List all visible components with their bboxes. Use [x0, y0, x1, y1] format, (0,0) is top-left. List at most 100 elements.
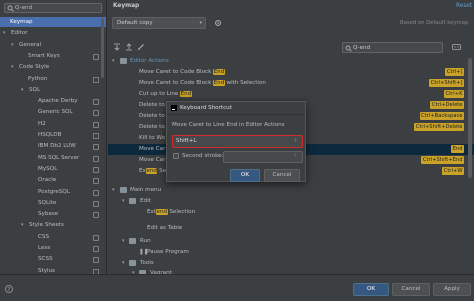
- sidebar-item[interactable]: Keymap: [0, 17, 106, 27]
- sidebar-item-label: MS SQL Server: [38, 154, 80, 161]
- sidebar-item-label: MySQL: [38, 165, 58, 172]
- chevron-down-icon[interactable]: ▾: [3, 28, 9, 38]
- sidebar-item[interactable]: H2: [0, 119, 106, 129]
- action-row[interactable]: Move Caret to Code Block End with Select…: [108, 78, 474, 89]
- chevron-down-icon[interactable]: ▾: [11, 62, 17, 72]
- sidebar-item-label: Sybase: [38, 211, 59, 218]
- sidebar-item-label: PostgreSQL: [38, 188, 70, 195]
- project-config-icon: [93, 234, 99, 241]
- sidebar-item[interactable]: ▾ Style Sheets: [0, 220, 106, 230]
- sidebar-item[interactable]: MySQL: [0, 164, 106, 174]
- reset-link[interactable]: Reset: [456, 3, 472, 9]
- chevron-down-icon[interactable]: ▾: [21, 220, 27, 230]
- sidebar-item-label: HSQLDB: [38, 132, 62, 138]
- add-icon[interactable]: +: [293, 137, 298, 144]
- settings-search-input[interactable]: Q-end: [4, 3, 102, 13]
- sidebar-item[interactable]: ▾ Editor: [0, 28, 106, 38]
- sidebar-item-label: CSS: [38, 233, 50, 240]
- first-stroke-value: Shift+L: [176, 137, 197, 144]
- project-config-icon: [93, 110, 99, 117]
- find-by-shortcut-icon[interactable]: [452, 43, 461, 51]
- second-stroke-input[interactable]: +: [223, 151, 303, 163]
- sidebar-item[interactable]: HSQLDB: [0, 130, 106, 140]
- sidebar-item-label: Editor: [11, 30, 28, 37]
- sidebar-item[interactable]: SCSS: [0, 254, 106, 264]
- sidebar-item[interactable]: Apache Derby: [0, 96, 106, 106]
- project-config-icon: [93, 53, 99, 60]
- expand-all-icon[interactable]: [113, 43, 121, 51]
- collapse-all-icon[interactable]: [125, 43, 133, 51]
- sidebar-item[interactable]: Sybase: [0, 209, 106, 219]
- action-filter-input[interactable]: Q-end: [342, 42, 443, 53]
- chevron-down-icon: ▾: [122, 198, 125, 204]
- sidebar-item-label: Generic SQL: [38, 109, 73, 116]
- edit-shortcut-icon[interactable]: [137, 43, 145, 51]
- chevron-down-icon: ▾: [112, 187, 115, 193]
- sidebar-item-label: H2: [38, 120, 46, 127]
- sidebar-item-label: Keymap: [10, 19, 33, 25]
- dialog-ok-button[interactable]: OK: [230, 169, 260, 182]
- dialog-title: Keyboard Shortcut: [180, 104, 232, 111]
- sidebar-item[interactable]: CSS: [0, 232, 106, 242]
- sidebar-item[interactable]: ▾ SQL: [0, 85, 106, 95]
- app-logo-icon: [171, 105, 177, 111]
- sidebar-item[interactable]: IBM Db2 LUW: [0, 141, 106, 151]
- sidebar-item[interactable]: Generic SQL: [0, 107, 106, 117]
- folder-icon: [129, 238, 136, 244]
- sidebar-item[interactable]: Less: [0, 243, 106, 253]
- second-stroke-checkbox[interactable]: [173, 153, 179, 159]
- sidebar-item-label: Oracle: [38, 177, 57, 184]
- first-stroke-input[interactable]: Shift+L +: [172, 135, 303, 148]
- action-label: Extend Selection: [147, 209, 196, 215]
- search-icon: [345, 45, 352, 52]
- keymap-scheme-value: Default copy: [117, 20, 153, 26]
- cancel-button[interactable]: Cancel: [392, 283, 430, 296]
- folder-icon: [129, 198, 136, 204]
- keyboard-shortcut-dialog: Keyboard Shortcut Move Caret to Line End…: [166, 101, 306, 182]
- sidebar-item[interactable]: MS SQL Server: [0, 153, 106, 163]
- sidebar-item[interactable]: SQLite: [0, 198, 106, 208]
- sidebar-scrollbar[interactable]: [101, 18, 104, 78]
- folder-icon: [129, 260, 136, 266]
- sidebar-item[interactable]: Oracle: [0, 175, 106, 185]
- sidebar-item[interactable]: Smart Keys: [0, 51, 106, 61]
- action-row[interactable]: Move Caret to Code Block End Ctrl+]: [108, 67, 474, 78]
- action-label: Delete to: [139, 124, 165, 130]
- sidebar-item[interactable]: Python: [0, 74, 106, 84]
- action-row[interactable]: Cut up to Line End Ctrl+K: [108, 89, 474, 100]
- tree-node-edit[interactable]: ▾ Edit: [108, 196, 474, 207]
- apply-button[interactable]: Apply: [433, 283, 471, 296]
- sidebar-item-label: Less: [38, 245, 51, 251]
- sidebar-item[interactable]: ▾ Code Style: [0, 62, 106, 72]
- sidebar-item-label: SCSS: [38, 256, 53, 263]
- tree-node-label: Editor Actions: [130, 58, 169, 64]
- dialog-subtitle: Move Caret to Line End in Editor Actions: [172, 122, 285, 128]
- dialog-titlebar[interactable]: Keyboard Shortcut: [167, 102, 305, 115]
- add-icon[interactable]: +: [293, 152, 298, 159]
- help-icon[interactable]: ?: [5, 285, 13, 293]
- action-row-pause-program[interactable]: ❚❚ Pause Program: [108, 247, 474, 258]
- chevron-down-icon[interactable]: ▾: [21, 85, 27, 95]
- action-row-edit-as-table[interactable]: Edit as Table: [108, 223, 474, 234]
- dialog-cancel-button[interactable]: Cancel: [264, 169, 300, 182]
- ok-button[interactable]: OK: [353, 283, 389, 296]
- tree-node-label: Edit: [140, 198, 151, 204]
- sidebar-item[interactable]: Stylus: [0, 266, 106, 274]
- gear-icon[interactable]: [214, 19, 222, 27]
- action-label: Delete to: [139, 102, 165, 108]
- action-label: Edit as Table: [147, 225, 183, 231]
- action-row-extend-selection[interactable]: Extend Selection: [108, 207, 474, 218]
- search-icon: [7, 5, 14, 12]
- chevron-down-icon[interactable]: ▾: [11, 40, 17, 50]
- action-label: Exend Sel: [139, 168, 168, 174]
- action-list-scrollbar[interactable]: [468, 58, 472, 178]
- tree-node-editor-actions[interactable]: ▾ Editor Actions: [108, 56, 474, 67]
- sidebar-item[interactable]: PostgreSQL: [0, 187, 106, 197]
- tree-node-run[interactable]: ▾ Run: [108, 236, 474, 247]
- keymap-scheme-select[interactable]: Default copy ▾: [112, 17, 206, 29]
- sidebar-item-label: SQLite: [38, 199, 57, 206]
- sidebar-item[interactable]: ▾ General: [0, 40, 106, 50]
- shortcut-badge: Ctrl+K: [444, 90, 464, 98]
- tree-node-main-menu[interactable]: ▾ Main menu: [108, 185, 474, 196]
- chevron-down-icon: ▾: [199, 20, 202, 26]
